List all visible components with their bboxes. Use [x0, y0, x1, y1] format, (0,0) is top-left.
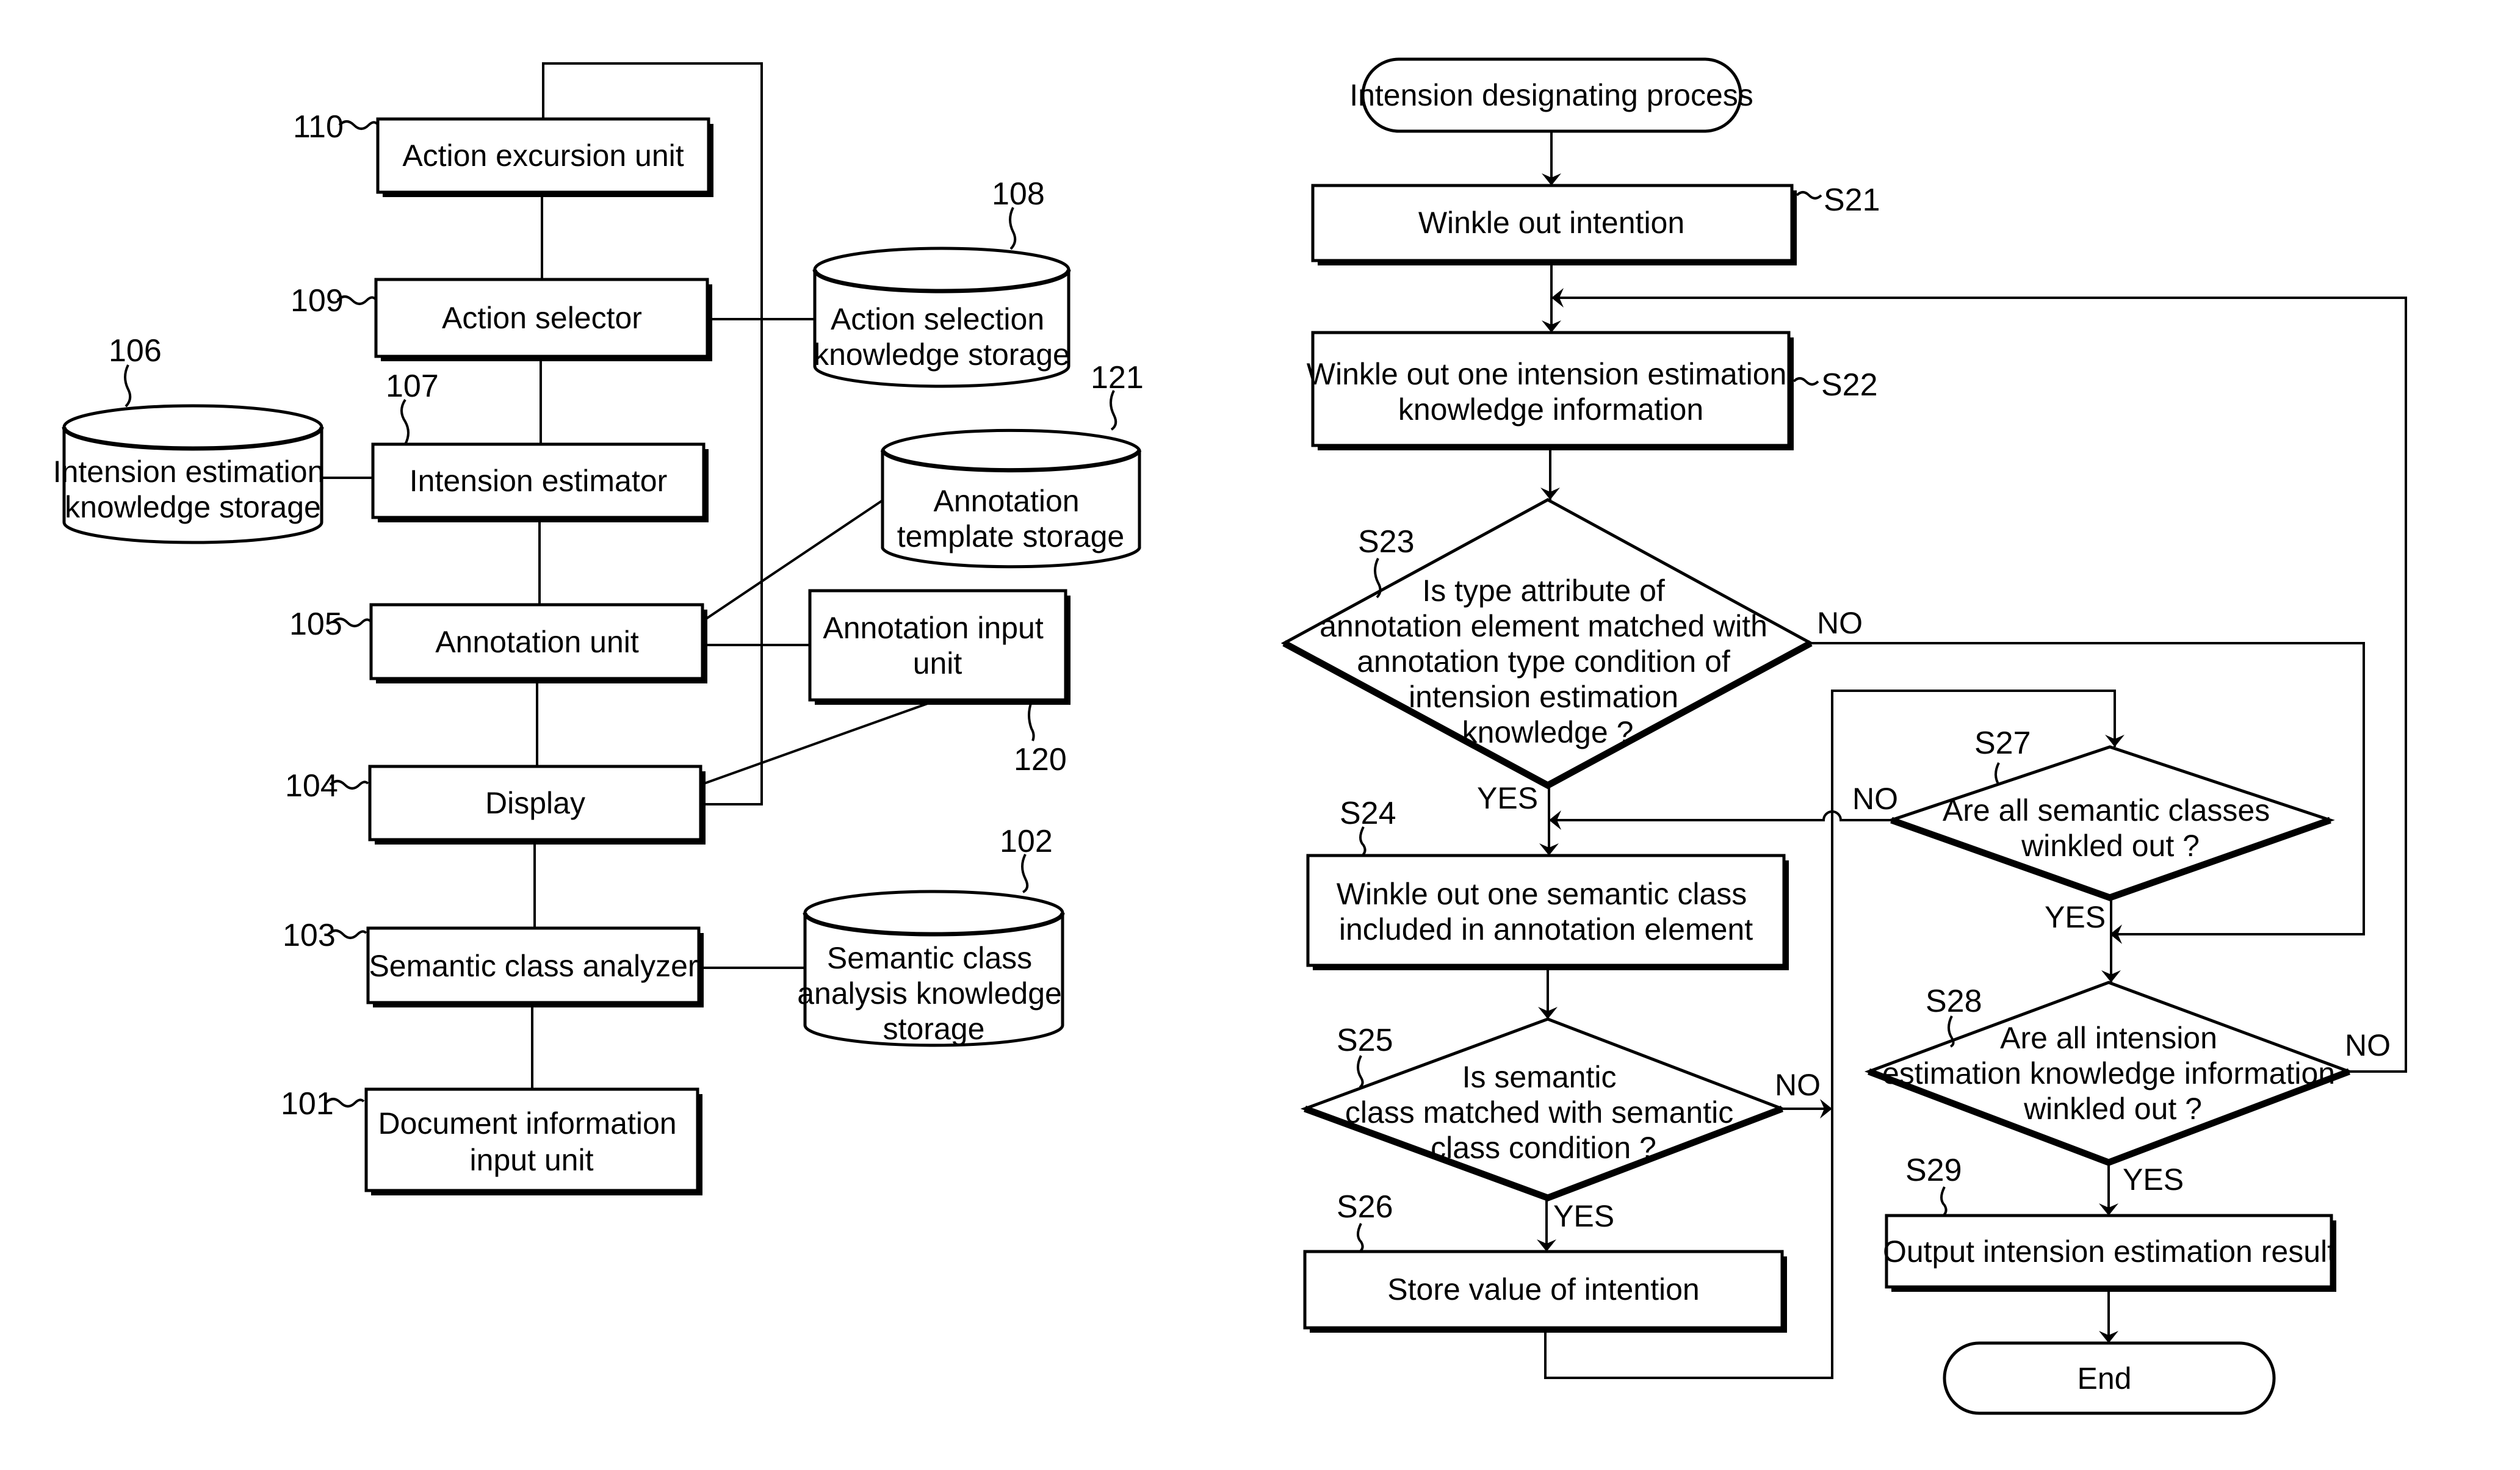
unit-label: Intension estimator	[410, 464, 667, 498]
s23-no-label: NO	[1817, 606, 1863, 640]
s25-yes-label: YES	[1553, 1199, 1614, 1233]
leader-squiggle	[1793, 377, 1819, 386]
terminal-end: End	[1943, 1341, 2276, 1415]
unit-label: Display	[485, 786, 585, 820]
unit-label: Action selector	[442, 301, 642, 335]
unit-display: Display 104	[285, 765, 706, 845]
step-id-s26: S26	[1337, 1189, 1393, 1225]
leader-squiggle	[1359, 826, 1367, 857]
storage-intension-estimation-knowledge: Intension estimation knowledge storage 1…	[53, 333, 324, 544]
leader-squiggle	[1796, 191, 1822, 200]
unit-label: Annotation unit	[435, 625, 639, 659]
leader-squiggle	[1021, 854, 1029, 893]
unit-annotation-input: Annotation input unit 120	[808, 589, 1070, 777]
leader-squiggle	[1028, 701, 1035, 741]
step-label: Winkle out intention	[1418, 206, 1684, 240]
flowchart: Intension designating process Winkle out…	[1280, 57, 2407, 1415]
ref-120: 120	[1014, 742, 1067, 777]
s27-no-label: NO	[1852, 782, 1898, 816]
leader-squiggle	[124, 364, 132, 408]
unit-action-selector: Action selector 109	[291, 278, 712, 361]
storage-annotation-template: Annotation template storage 121	[880, 360, 1144, 569]
step-id-s25: S25	[1337, 1023, 1393, 1058]
unit-semantic-class-analyzer: Semantic class analyzer 103	[283, 918, 704, 1007]
step-id-s27: S27	[1974, 726, 2031, 761]
step-label: Store value of intention	[1387, 1272, 1699, 1306]
unit-document-input: Document information input unit 101	[281, 1086, 702, 1195]
s25-no-label: NO	[1775, 1068, 1821, 1102]
terminal-label: Intension designating process	[1349, 78, 1753, 112]
step-id-s29: S29	[1905, 1153, 1962, 1188]
decision-s23: Is type attribute of annotation element …	[1280, 498, 1863, 815]
storage-semantic-class-analysis-knowledge: Semantic class analysis knowledge storag…	[797, 824, 1065, 1047]
step-id-s28: S28	[1926, 984, 1982, 1019]
link-104-120	[700, 701, 933, 786]
step-id-s23: S23	[1358, 524, 1415, 560]
unit-action-excursion: Action excursion unit 110	[293, 109, 713, 197]
decision-s27: Are all semantic classes winkled out ? S…	[1852, 726, 2335, 934]
ref-121: 121	[1091, 360, 1144, 395]
leader-squiggle	[1995, 762, 2000, 786]
step-id-s24: S24	[1340, 796, 1396, 831]
s27-yes-label: YES	[2045, 900, 2106, 934]
ref-103: 103	[283, 918, 336, 953]
terminal-label: End	[2078, 1361, 2132, 1396]
leader-squiggle	[1110, 390, 1117, 431]
step-id-s21: S21	[1824, 182, 1880, 218]
s28-yes-label: YES	[2123, 1162, 2184, 1197]
ref-104: 104	[285, 768, 338, 804]
ref-109: 109	[291, 283, 344, 319]
step-id-s22: S22	[1821, 367, 1878, 403]
leader-squiggle	[1357, 1223, 1364, 1253]
step-label: Output intension estimation result	[1883, 1234, 2336, 1269]
step-s21: Winkle out intention S21	[1311, 182, 1880, 265]
unit-label: Semantic class analyzer	[369, 949, 698, 983]
leader-squiggle	[338, 120, 378, 130]
s27-no-to-s24	[1549, 810, 1891, 830]
block-diagram: Action excursion unit 110 Action selecto…	[53, 62, 1144, 1195]
patent-figure: Action excursion unit 110 Action selecto…	[53, 57, 2407, 1415]
s23-yes-label: YES	[1477, 781, 1538, 815]
ref-106: 106	[109, 333, 162, 369]
unit-label: Action excursion unit	[402, 139, 684, 173]
ref-108: 108	[992, 176, 1045, 212]
storage-action-selection-knowledge: Action selection knowledge storage 108	[812, 176, 1071, 388]
leader-squiggle	[400, 398, 410, 445]
terminal-start: Intension designating process	[1349, 57, 1753, 133]
ref-102: 102	[1000, 824, 1053, 859]
ref-105: 105	[289, 607, 342, 642]
leader-squiggle	[1357, 1055, 1364, 1089]
unit-annotation: Annotation unit 105	[289, 603, 707, 683]
ref-101: 101	[281, 1086, 334, 1122]
s28-no-label: NO	[2345, 1028, 2391, 1062]
ref-110: 110	[293, 109, 344, 145]
step-s22: Winkle out one intension estimation know…	[1307, 331, 1878, 450]
leader-squiggle	[1009, 207, 1017, 250]
ref-107: 107	[386, 369, 439, 404]
leader-squiggle	[1940, 1186, 1948, 1217]
